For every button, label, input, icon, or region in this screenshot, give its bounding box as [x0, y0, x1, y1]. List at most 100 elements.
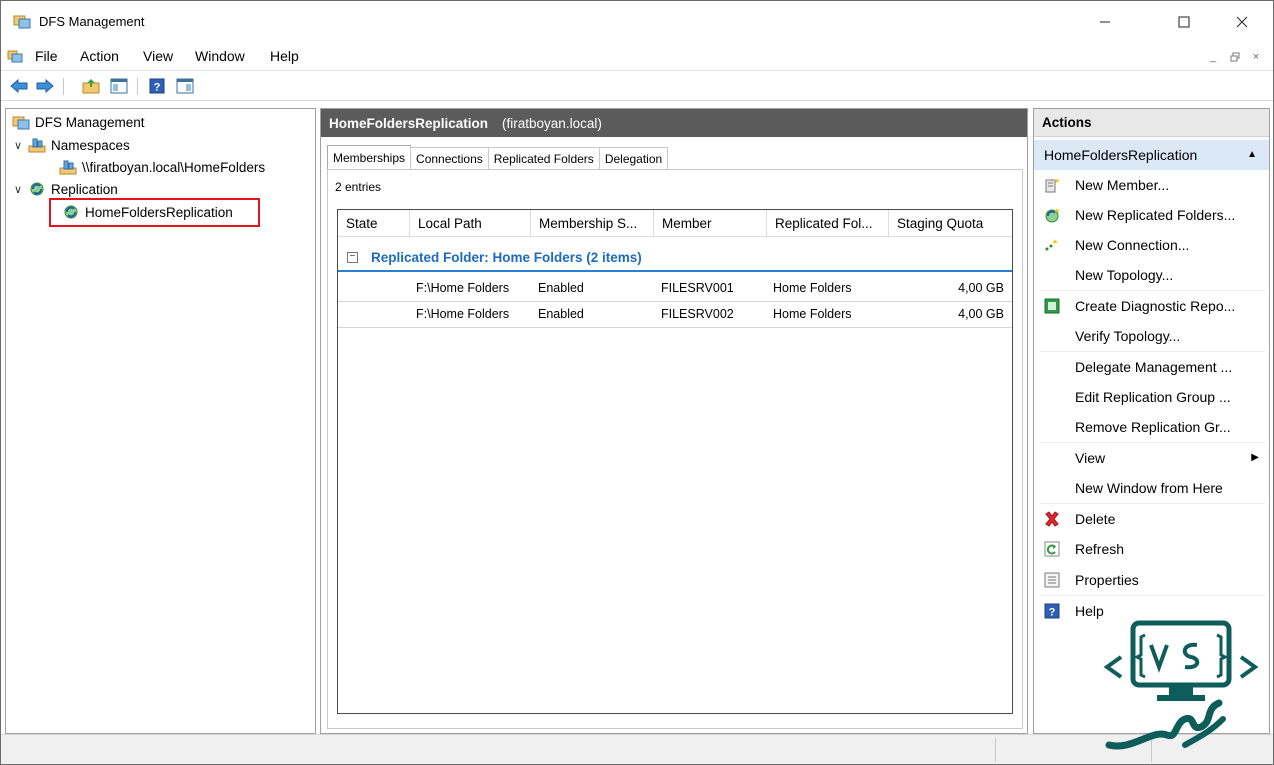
actions-section-label: HomeFoldersReplication [1044, 147, 1198, 163]
tab-replicated-folders[interactable]: Replicated Folders [487, 147, 600, 169]
forward-button[interactable] [35, 77, 55, 95]
mdi-minimize-button[interactable]: _ [1204, 49, 1222, 65]
show-hide-console-tree-button[interactable] [109, 77, 129, 95]
action-label: New Topology... [1075, 267, 1174, 283]
mdi-close-button[interactable]: × [1247, 49, 1265, 65]
action-refresh[interactable]: Refresh [1034, 534, 1269, 564]
tree-label: \\firatboyan.local\HomeFolders [82, 159, 266, 175]
actions-section-homefoldersreplication[interactable]: HomeFoldersReplication ▲ [1034, 140, 1269, 170]
delete-icon [1045, 511, 1059, 527]
show-hide-action-pane-button[interactable] [175, 77, 195, 95]
group-header-home-folders[interactable]: − Replicated Folder: Home Folders (2 ite… [338, 246, 1012, 272]
action-new-topology[interactable]: New Topology... [1034, 260, 1269, 290]
dfs-management-icon [12, 116, 30, 130]
action-label: Edit Replication Group ... [1075, 389, 1231, 405]
tree-item-dfs-management[interactable]: DFS Management [12, 111, 145, 133]
column-header-replicated-folder[interactable]: Replicated Fol... [767, 210, 889, 236]
watermark-logo [1103, 620, 1259, 750]
tree-item-namespace-path[interactable]: \\firatboyan.local\HomeFolders [59, 156, 265, 178]
column-header-local-path[interactable]: Local Path [410, 210, 531, 236]
list-header: State Local Path Membership S... Member … [338, 210, 1012, 237]
menu-help[interactable]: Help [270, 48, 299, 64]
help-toolbar-button[interactable]: ? [147, 77, 167, 95]
new-replicated-folders-icon [1045, 208, 1060, 223]
maximize-button[interactable] [1161, 1, 1207, 43]
action-new-member[interactable]: New Member... [1034, 170, 1269, 200]
mdi-restore-button[interactable] [1226, 49, 1244, 65]
column-header-member[interactable]: Member [654, 210, 767, 236]
menu-view[interactable]: View [143, 48, 173, 64]
action-label: New Window from Here [1075, 480, 1223, 496]
up-folder-icon [82, 79, 100, 94]
svg-text:?: ? [1049, 607, 1056, 619]
action-delegate-management[interactable]: Delegate Management ... [1034, 352, 1269, 382]
tab-memberships[interactable]: Memberships [327, 145, 412, 169]
collapse-up-icon[interactable]: ▲ [1247, 149, 1257, 160]
action-edit-replication-group[interactable]: Edit Replication Group ... [1034, 382, 1269, 412]
up-one-level-button[interactable] [81, 77, 101, 95]
column-header-state[interactable]: State [338, 210, 410, 236]
cell-staging-quota: 4,00 GB [958, 281, 1004, 295]
action-new-window-from-here[interactable]: New Window from Here [1034, 473, 1269, 503]
show-hide-action-pane-icon [176, 78, 194, 94]
tab-connections[interactable]: Connections [410, 147, 489, 169]
document-window-icon[interactable] [7, 49, 23, 63]
back-arrow-icon [10, 79, 28, 93]
action-remove-replication-group[interactable]: Remove Replication Gr... [1034, 412, 1269, 442]
memberships-list[interactable]: State Local Path Membership S... Member … [337, 209, 1013, 714]
menu-file[interactable]: File [35, 48, 58, 64]
menu-action[interactable]: Action [80, 48, 119, 64]
toolbar: ? [1, 71, 1273, 101]
cell-membership-status: Enabled [538, 307, 584, 321]
action-verify-topology[interactable]: Verify Topology... [1034, 321, 1269, 351]
cell-staging-quota: 4,00 GB [958, 307, 1004, 321]
group-label: Replicated Folder: Home Folders (2 items… [371, 250, 642, 265]
back-button[interactable] [9, 77, 29, 95]
action-new-connection[interactable]: New Connection... [1034, 230, 1269, 260]
column-header-membership-status[interactable]: Membership S... [531, 210, 654, 236]
tab-strip: Memberships Connections Replicated Folde… [327, 145, 669, 169]
results-pane: HomeFoldersReplication (firatboyan.local… [320, 108, 1028, 734]
status-bar [1, 734, 1273, 764]
action-label: Delegate Management ... [1075, 359, 1233, 375]
results-header-domain: (firatboyan.local) [502, 115, 602, 131]
new-member-icon [1045, 178, 1060, 193]
action-delete[interactable]: Delete [1034, 504, 1269, 534]
properties-icon [1044, 572, 1060, 588]
chevron-down-icon[interactable]: ∨ [14, 183, 28, 196]
minimize-icon [1100, 21, 1110, 23]
chevron-down-icon[interactable]: ∨ [14, 139, 28, 152]
svg-text:?: ? [154, 82, 161, 94]
submenu-arrow-icon: ▶ [1251, 452, 1259, 463]
results-header: HomeFoldersReplication (firatboyan.local… [321, 109, 1027, 137]
action-label: View [1075, 450, 1106, 466]
dfs-management-window: DFS Management File Action View Window H… [0, 0, 1274, 765]
namespaces-icon [28, 138, 46, 153]
menu-window[interactable]: Window [195, 48, 245, 64]
column-header-staging-quota[interactable]: Staging Quota [889, 210, 1012, 236]
table-row[interactable]: F:\Home Folders Enabled FILESRV002 Home … [338, 302, 1012, 328]
action-label: Help [1075, 603, 1104, 619]
action-new-replicated-folders[interactable]: New Replicated Folders... [1034, 200, 1269, 230]
replication-icon [30, 182, 44, 196]
entries-count: 2 entries [335, 180, 382, 194]
minimize-button[interactable] [1082, 1, 1128, 43]
table-row[interactable]: F:\Home Folders Enabled FILESRV001 Home … [338, 276, 1012, 302]
close-button[interactable] [1219, 1, 1265, 43]
action-properties[interactable]: Properties [1034, 565, 1269, 595]
cell-member: FILESRV002 [661, 307, 734, 321]
collapse-group-icon[interactable]: − [347, 252, 358, 263]
tab-delegation[interactable]: Delegation [598, 147, 669, 169]
action-view[interactable]: View ▶ [1034, 443, 1269, 473]
tree-item-replication[interactable]: ∨ Replication [14, 178, 118, 200]
diagnostic-report-icon [1044, 298, 1060, 314]
tree-item-namespaces[interactable]: ∨ Namespaces [14, 134, 130, 156]
selection-highlight-box [49, 198, 260, 227]
actions-title: Actions [1034, 109, 1269, 137]
maximize-icon [1178, 16, 1190, 28]
window-title: DFS Management [39, 14, 145, 29]
tree-label: Namespaces [51, 137, 130, 153]
tree-label: Replication [51, 181, 118, 197]
action-create-diagnostic-report[interactable]: Create Diagnostic Repo... [1034, 291, 1269, 321]
namespace-folder-icon [59, 160, 77, 175]
